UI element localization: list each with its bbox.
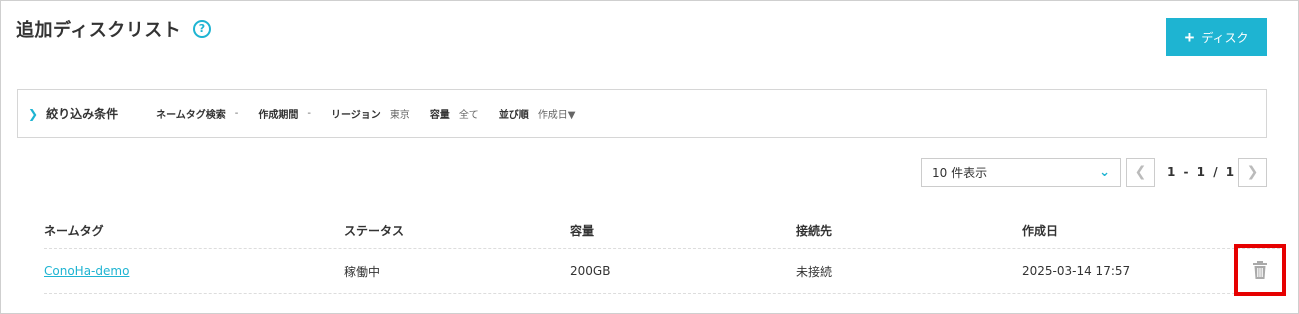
page-title: 追加ディスクリスト (16, 20, 182, 41)
filter-value: 全て (458, 110, 479, 121)
column-header-nametag: ネームタグ (44, 224, 104, 238)
filter-period: 作成期間 - (258, 106, 311, 121)
filter-region: リージョン 東京 (331, 106, 410, 121)
table-header-row: ネームタグ ステータス 容量 接続先 作成日 (44, 213, 1285, 249)
filter-value: - (234, 108, 239, 119)
next-page-button[interactable]: ❯ (1238, 158, 1267, 187)
plus-icon: + (1184, 27, 1195, 47)
disk-name-link[interactable]: ConoHa-demo (44, 264, 129, 278)
disk-table: ネームタグ ステータス 容量 接続先 作成日 ConoHa-demo 稼働中 2… (44, 213, 1286, 296)
prev-page-button[interactable]: ❮ (1126, 158, 1155, 187)
trash-icon (1253, 261, 1267, 279)
filter-sort: 並び順 作成日▼ (499, 106, 576, 121)
filter-nametag: ネームタグ検索 - (156, 106, 238, 121)
column-header-created: 作成日 (1022, 224, 1059, 238)
filter-bar[interactable]: ❯ 絞り込み条件 ネームタグ検索 - 作成期間 - リージョン 東京 容量 全て… (17, 89, 1267, 138)
add-disk-button[interactable]: + ディスク (1166, 18, 1267, 56)
per-page-value: 10 件表示 (932, 166, 988, 180)
filter-label: 並び順 (498, 110, 529, 121)
filter-label: 容量 (429, 110, 450, 121)
help-icon[interactable]: ? (193, 20, 211, 38)
filter-label: 作成期間 (258, 110, 299, 121)
connection-cell: 未接続 (796, 264, 833, 279)
filter-label: リージョン (331, 110, 381, 121)
created-cell: 2025-03-14 17:57 (1022, 264, 1131, 278)
table-row: ConoHa-demo 稼働中 200GB 未接続 2025-03-14 17:… (44, 244, 1286, 296)
delete-button[interactable] (1234, 244, 1286, 296)
chevron-right-icon: ❯ (28, 106, 39, 121)
chevron-right-icon: ❯ (1246, 164, 1259, 180)
filter-value: 作成日▼ (537, 110, 576, 121)
column-header-capacity: 容量 (570, 224, 595, 238)
filter-title: 絞り込み条件 (46, 107, 119, 121)
disk-list-panel: 追加ディスクリスト ? + ディスク ❯ 絞り込み条件 ネームタグ検索 - 作成… (0, 0, 1299, 314)
capacity-cell: 200GB (570, 264, 611, 278)
filter-value: - (307, 108, 311, 119)
filter-capacity: 容量 全て (430, 106, 479, 121)
filter-label: ネームタグ検索 (156, 110, 226, 121)
add-disk-button-label: ディスク (1201, 30, 1249, 45)
status-cell: 稼働中 (344, 264, 381, 279)
column-header-connection: 接続先 (796, 224, 833, 238)
page-info: 1 - 1 / 1 (1167, 165, 1237, 179)
column-header-status: ステータス (344, 224, 405, 238)
filter-value: 東京 (389, 110, 410, 121)
per-page-select[interactable]: 10 件表示 ⌄ (921, 158, 1121, 187)
chevron-down-icon: ⌄ (1099, 165, 1110, 180)
chevron-left-icon: ❮ (1134, 164, 1147, 180)
